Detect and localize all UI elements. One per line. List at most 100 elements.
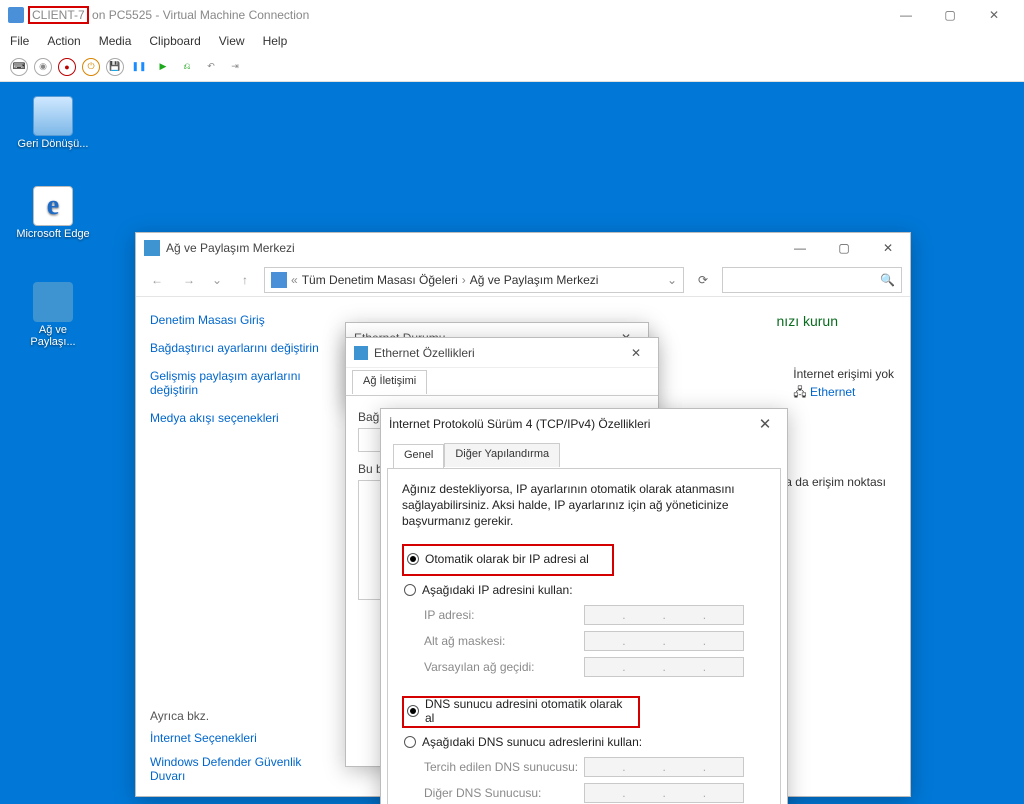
ipv4-title: İnternet Protokolü Sürüm 4 (TCP/IPv4) Öz… [389, 417, 650, 431]
vm-toolbar: ⌨ ◉ ● ⏻ 💾 ❚❚ ▶ ⎌ ↶ ⇥ [0, 52, 1024, 82]
nc-minimize-button[interactable]: — [778, 234, 822, 262]
maximize-button[interactable]: ▢ [928, 1, 972, 29]
edge-glyph-icon [33, 186, 73, 226]
link-media-streaming[interactable]: Medya akışı seçenekleri [150, 411, 322, 425]
save-button[interactable]: 💾 [106, 58, 124, 76]
auto-ip-highlight: Otomatik olarak bir IP adresi al [402, 544, 614, 576]
side-pane: Denetim Masası Giriş Bağdaştırıcı ayarla… [136, 297, 336, 796]
checkpoint-button[interactable]: ⎌ [178, 58, 196, 76]
radio-auto-ip[interactable]: Otomatik olarak bir IP adresi al [407, 549, 608, 569]
edge-icon[interactable]: Microsoft Edge [16, 186, 90, 240]
turnoff-button[interactable]: ● [58, 58, 76, 76]
search-icon: 🔍 [880, 273, 895, 287]
vm-title-rest: on PC5525 - Virtual Machine Connection [92, 8, 309, 22]
input-ip-address: ... [584, 605, 744, 625]
network-label: Ağ ve Paylaşı... [16, 324, 90, 348]
radio-auto-dns-label: DNS sunucu adresini otomatik olarak al [425, 697, 634, 725]
minimize-button[interactable]: — [884, 1, 928, 29]
ctrl-alt-del-button[interactable]: ⌨ [10, 58, 28, 76]
radio-use-dns-label: Aşağıdaki DNS sunucu adreslerini kullan: [422, 735, 642, 749]
radio-auto-ip-icon [407, 553, 419, 565]
menu-help[interactable]: Help [263, 34, 288, 48]
close-button[interactable]: ✕ [972, 1, 1016, 29]
radio-auto-dns[interactable]: DNS sunucu adresini otomatik olarak al [407, 701, 634, 721]
menu-view[interactable]: View [219, 34, 245, 48]
access-point-fragment: a da erişim noktası [785, 475, 886, 489]
vm-titlebar: CLIENT-7 on PC5525 - Virtual Machine Con… [0, 0, 1024, 30]
link-advanced-sharing[interactable]: Gelişmiş paylaşım ayarlarını değiştirin [150, 369, 322, 397]
menu-action[interactable]: Action [47, 34, 80, 48]
network-icon [33, 282, 73, 322]
ipv4-tabs: Genel Diğer Yapılandırma [387, 443, 781, 469]
radio-use-dns[interactable]: Aşağıdaki DNS sunucu adreslerini kullan: [404, 732, 766, 752]
recent-button[interactable]: ⌄ [208, 267, 226, 293]
ipv4-close-button[interactable]: ✕ [743, 410, 787, 438]
menu-clipboard[interactable]: Clipboard [149, 34, 200, 48]
address-bar: ← → ⌄ ↑ « Tüm Denetim Masası Öğeleri › A… [136, 263, 910, 297]
menu-file[interactable]: File [10, 34, 29, 48]
label-ip-address: IP adresi: [424, 608, 584, 622]
input-preferred-dns: ... [584, 757, 744, 777]
link-internet-options[interactable]: İnternet Seçenekleri [150, 731, 322, 745]
crumb-1[interactable]: Tüm Denetim Masası Öğeleri [302, 273, 458, 287]
vm-icon [8, 7, 24, 23]
pause-button[interactable]: ❚❚ [130, 58, 148, 76]
input-alternate-dns: ... [584, 783, 744, 803]
input-default-gateway: ... [584, 657, 744, 677]
share-button[interactable]: ⇥ [226, 58, 244, 76]
radio-use-ip-label: Aşağıdaki IP adresini kullan: [422, 583, 573, 597]
row-default-gateway: Varsayılan ağ geçidi: ... [424, 656, 766, 678]
tab-networking[interactable]: Ağ İletişimi [352, 370, 427, 394]
ethernet-link[interactable]: Ethernet [810, 385, 855, 399]
vm-window-controls: — ▢ ✕ [884, 1, 1016, 29]
recycle-icon [33, 96, 73, 136]
label-default-gateway: Varsayılan ağ geçidi: [424, 660, 584, 674]
forward-button[interactable]: → [176, 267, 202, 293]
link-defender-firewall[interactable]: Windows Defender Güvenlik Duvarı [150, 755, 322, 783]
radio-use-dns-icon [404, 736, 416, 748]
vm-menubar: File Action Media Clipboard View Help [0, 30, 1024, 52]
label-subnet-mask: Alt ağ maskesi: [424, 634, 584, 648]
radio-use-ip-icon [404, 584, 416, 596]
menu-media[interactable]: Media [99, 34, 132, 48]
ep-tabs: Ağ İletişimi [346, 370, 658, 396]
back-button[interactable]: ← [144, 267, 170, 293]
radio-use-ip[interactable]: Aşağıdaki IP adresini kullan: [404, 580, 766, 600]
link-cp-home[interactable]: Denetim Masası Giriş [150, 313, 322, 327]
revert-button[interactable]: ↶ [202, 58, 220, 76]
ep-close-button[interactable]: ✕ [614, 339, 658, 367]
shutdown-button[interactable]: ⏻ [82, 58, 100, 76]
tab-alternate[interactable]: Diğer Yapılandırma [444, 443, 560, 467]
ipv4-properties-window: İnternet Protokolü Sürüm 4 (TCP/IPv4) Öz… [380, 408, 788, 804]
network-sharing-shortcut[interactable]: Ağ ve Paylaşı... [16, 282, 90, 348]
up-button[interactable]: ↑ [232, 267, 258, 293]
input-subnet-mask: ... [584, 631, 744, 651]
breadcrumb[interactable]: « Tüm Denetim Masası Öğeleri › Ağ ve Pay… [264, 267, 684, 293]
breadcrumb-icon [271, 272, 287, 288]
recycle-label: Geri Dönüşü... [16, 138, 90, 150]
toolbar-btn-2[interactable]: ◉ [34, 58, 52, 76]
nc-maximize-button[interactable]: ▢ [822, 234, 866, 262]
row-preferred-dns: Tercih edilen DNS sunucusu: ... [424, 756, 766, 778]
nc-close-button[interactable]: ✕ [866, 234, 910, 262]
vm-client-highlight: CLIENT-7 [28, 6, 89, 24]
edge-label: Microsoft Edge [16, 228, 90, 240]
auto-dns-highlight: DNS sunucu adresini otomatik olarak al [402, 696, 640, 728]
recycle-bin-icon[interactable]: Geri Dönüşü... [16, 96, 90, 150]
row-alternate-dns: Diğer DNS Sunucusu: ... [424, 782, 766, 804]
tab-general[interactable]: Genel [393, 444, 444, 468]
search-input[interactable]: 🔍 [722, 267, 902, 293]
row-subnet-mask: Alt ağ maskesi: ... [424, 630, 766, 652]
network-center-icon [144, 240, 160, 256]
guest-desktop[interactable]: Geri Dönüşü... Microsoft Edge Ağ ve Payl… [0, 82, 1024, 804]
row-ip-address: IP adresi: ... [424, 604, 766, 626]
crumb-2[interactable]: Ağ ve Paylaşım Merkezi [470, 273, 599, 287]
radio-auto-ip-label: Otomatik olarak bir IP adresi al [425, 552, 589, 566]
link-adapter-settings[interactable]: Bağdaştırıcı ayarlarını değiştirin [150, 341, 322, 355]
refresh-button[interactable]: ⟳ [690, 267, 716, 293]
ethernet-prop-icon [354, 346, 368, 360]
network-center-titlebar[interactable]: Ağ ve Paylaşım Merkezi — ▢ ✕ [136, 233, 910, 263]
ipv4-description: Ağınız destekliyorsa, IP ayarlarının oto… [402, 481, 766, 530]
no-internet-label: İnternet erişimi yok [793, 367, 894, 381]
start-button[interactable]: ▶ [154, 58, 172, 76]
